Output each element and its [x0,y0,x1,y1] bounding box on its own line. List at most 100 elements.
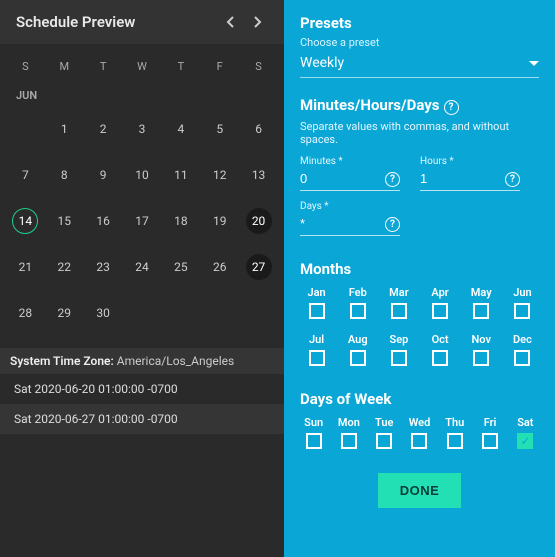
help-icon[interactable]: ? [385,172,400,187]
calendar-day-headers: SMTWTFS [6,52,278,81]
month-checkbox[interactable] [514,350,530,366]
calendar-cell[interactable]: 6 [239,106,278,152]
calendar-cell[interactable]: 24 [123,244,162,290]
dow-option: Sun [300,416,327,457]
calendar-cell[interactable]: 16 [84,198,123,244]
prev-month-button[interactable] [220,12,240,32]
calendar-day-header: M [45,52,84,81]
minutes-label: Minutes * [300,156,400,167]
calendar-cell[interactable]: 27 [239,244,278,290]
calendar-cell[interactable]: 9 [84,152,123,198]
month-label: Aug [341,333,374,346]
month-option: Nov [465,333,498,374]
calendar-cell[interactable]: 1 [45,106,84,152]
presets-subtitle: Choose a preset [300,36,539,49]
calendar-day-header: S [239,52,278,81]
month-option: Jun [506,286,539,327]
calendar-cell[interactable]: 11 [161,152,200,198]
calendar-cell[interactable]: 23 [84,244,123,290]
dow-label: Thu [441,416,468,429]
month-label: Dec [506,333,539,346]
month-label: Jul [300,333,333,346]
calendar-cell[interactable]: 30 [84,290,123,336]
calendar-cell[interactable]: 29 [45,290,84,336]
calendar-cell [239,290,278,336]
presets-title: Presets [300,14,539,32]
dow-label: Mon [335,416,362,429]
preview-title: Schedule Preview [16,13,135,31]
calendar-cell[interactable]: 18 [161,198,200,244]
dow-checkbox[interactable]: ✓ [517,433,533,449]
calendar-cell[interactable]: 3 [123,106,162,152]
next-month-button[interactable] [248,12,268,32]
dow-option: Fri [476,416,503,457]
month-checkbox[interactable] [473,303,489,319]
calendar-cell[interactable]: 22 [45,244,84,290]
month-checkbox[interactable] [514,303,530,319]
month-label: Jan [300,286,333,299]
month-checkbox[interactable] [309,303,325,319]
preset-select[interactable]: Weekly [300,51,539,78]
month-checkbox[interactable] [350,350,366,366]
dow-checkbox[interactable] [341,433,357,449]
timezone-value: America/Los_Angeles [117,354,234,368]
month-option: Jul [300,333,333,374]
calendar-cell[interactable]: 12 [200,152,239,198]
month-option: Dec [506,333,539,374]
calendar-day-header: T [161,52,200,81]
calendar-cell[interactable]: 19 [200,198,239,244]
calendar-cell[interactable]: 5 [200,106,239,152]
months-grid: JanFebMarAprMayJunJulAugSepOctNovDec [300,286,539,374]
months-title: Months [300,260,539,278]
calendar-cell[interactable]: 7 [6,152,45,198]
minutes-field: Minutes * ? [300,156,400,191]
calendar-cell[interactable]: 8 [45,152,84,198]
dow-checkbox[interactable] [376,433,392,449]
dow-label: Fri [476,416,503,429]
calendar-row: 14151617181920 [6,198,278,244]
month-option: Mar [382,286,415,327]
dow-label: Tue [371,416,398,429]
help-icon[interactable]: ? [385,217,400,232]
calendar-cell[interactable]: 13 [239,152,278,198]
calendar-cell[interactable]: 2 [84,106,123,152]
help-icon[interactable]: ? [505,172,520,187]
month-checkbox[interactable] [391,303,407,319]
calendar-cell[interactable]: 25 [161,244,200,290]
month-checkbox[interactable] [350,303,366,319]
month-checkbox[interactable] [432,350,448,366]
dow-checkbox[interactable] [411,433,427,449]
month-nav [220,12,268,32]
help-icon[interactable]: ? [444,100,459,115]
month-checkbox[interactable] [391,350,407,366]
month-option: Jan [300,286,333,327]
calendar-cell[interactable]: 15 [45,198,84,244]
calendar-cell[interactable]: 26 [200,244,239,290]
done-button[interactable]: DONE [378,473,462,508]
dow-checkbox[interactable] [447,433,463,449]
calendar-cell [123,290,162,336]
month-checkbox[interactable] [473,350,489,366]
month-option: Apr [424,286,457,327]
calendar-cell [161,290,200,336]
schedule-list: Sat 2020-06-20 01:00:00 -0700Sat 2020-06… [0,374,284,434]
month-checkbox[interactable] [432,303,448,319]
days-label: Days * [300,201,400,212]
calendar-cell[interactable]: 21 [6,244,45,290]
dow-checkbox[interactable] [482,433,498,449]
calendar-cell[interactable]: 20 [239,198,278,244]
calendar-cell[interactable]: 28 [6,290,45,336]
calendar-row: 78910111213 [6,152,278,198]
calendar-cell [200,290,239,336]
chevron-left-icon [226,16,234,28]
days-field: Days * ? [300,201,400,236]
calendar-cell[interactable]: 4 [161,106,200,152]
calendar: SMTWTFS JUN 1234567891011121314151617181… [0,44,284,344]
calendar-day-header: F [200,52,239,81]
month-checkbox[interactable] [309,350,325,366]
calendar-cell[interactable]: 17 [123,198,162,244]
calendar-cell[interactable]: 10 [123,152,162,198]
dow-checkbox[interactable] [306,433,322,449]
calendar-cell[interactable]: 14 [6,198,45,244]
month-option: Oct [424,333,457,374]
